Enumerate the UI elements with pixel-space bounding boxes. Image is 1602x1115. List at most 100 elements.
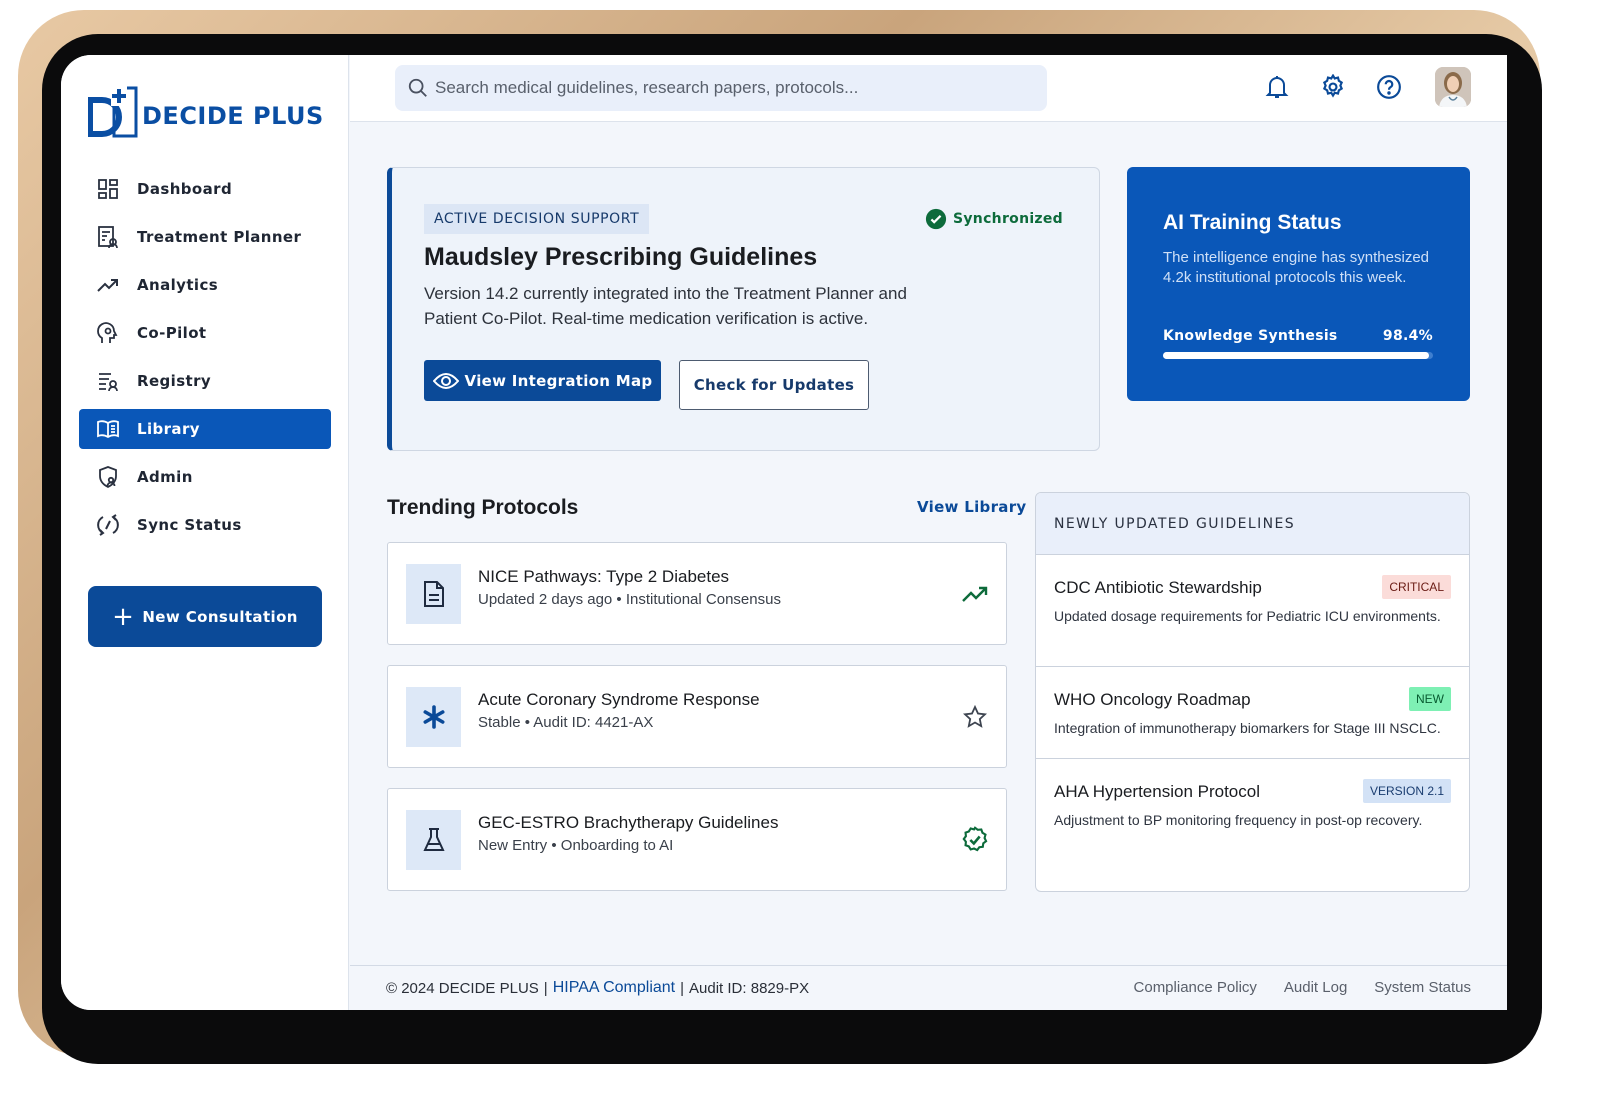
user-avatar[interactable] xyxy=(1435,67,1471,107)
sidebar-item-label: Registry xyxy=(137,372,212,390)
search-input[interactable] xyxy=(435,78,1035,98)
sync-status: Synchronized xyxy=(925,208,1063,230)
active-decision-tag: ACTIVE DECISION SUPPORT xyxy=(424,204,650,234)
view-library-link[interactable]: View Library xyxy=(917,498,1026,516)
knowledge-synthesis-label: Knowledge Synthesis xyxy=(1163,328,1338,344)
eye-icon xyxy=(432,372,459,389)
hero-description: Version 14.2 currently integrated into t… xyxy=(424,284,907,328)
star-icon[interactable] xyxy=(960,702,990,732)
protocol-title: GEC-ESTRO Brachytherapy Guidelines xyxy=(478,813,779,832)
protocol-subtitle: New Entry • Onboarding to AI xyxy=(478,837,674,854)
protocol-card[interactable]: GEC-ESTRO Brachytherapy Guidelines New E… xyxy=(387,788,1007,891)
guideline-description: Adjustment to BP monitoring frequency in… xyxy=(1054,812,1423,828)
shield-person-icon xyxy=(95,464,121,490)
open-book-icon xyxy=(95,416,121,442)
view-integration-map-label: View Integration Map xyxy=(464,371,653,390)
sidebar-item-registry[interactable]: Registry xyxy=(79,361,331,401)
brand-logo[interactable]: DECIDE PLUS xyxy=(87,86,324,138)
search-bar[interactable] xyxy=(395,65,1047,111)
sidebar-item-admin[interactable]: Admin xyxy=(79,457,331,497)
sidebar-item-sync-status[interactable]: Sync Status xyxy=(79,505,331,545)
sidebar-item-label: Treatment Planner xyxy=(137,228,302,246)
ai-training-card: AI Training Status The intelligence engi… xyxy=(1127,167,1470,401)
protocol-card[interactable]: NICE Pathways: Type 2 Diabetes Updated 2… xyxy=(387,542,1007,645)
sync-icon xyxy=(95,512,121,538)
sidebar-item-label: Co-Pilot xyxy=(137,324,207,342)
guideline-title: WHO Oncology Roadmap xyxy=(1054,690,1251,709)
sidebar-item-label: Admin xyxy=(137,468,193,486)
guideline-item[interactable]: CDC Antibiotic Stewardship CRITICAL Upda… xyxy=(1036,555,1469,667)
progress-fill xyxy=(1163,352,1429,359)
asterisk-icon xyxy=(406,687,461,747)
view-integration-map-button[interactable]: View Integration Map xyxy=(424,360,661,401)
sidebar-item-label: Dashboard xyxy=(137,180,233,198)
sidebar-item-co-pilot[interactable]: Co-Pilot xyxy=(79,313,331,353)
plus-icon: + xyxy=(112,601,135,632)
sidebar-item-label: Sync Status xyxy=(137,516,242,534)
trending-protocols-title: Trending Protocols xyxy=(387,496,579,519)
active-decision-card: ACTIVE DECISION SUPPORT Synchronized Mau… xyxy=(387,167,1100,451)
brand-name: DECIDE PLUS xyxy=(142,102,324,130)
gear-icon[interactable] xyxy=(1317,71,1349,103)
guideline-item[interactable]: AHA Hypertension Protocol VERSION 2.1 Ad… xyxy=(1036,759,1469,891)
version-badge: VERSION 2.1 xyxy=(1362,779,1451,803)
new-consultation-button[interactable]: + New Consultation xyxy=(88,586,322,647)
sidebar-item-label: Analytics xyxy=(137,276,219,294)
app-screen: DECIDE PLUS Dashboard Treatment Planner … xyxy=(61,55,1507,1010)
top-actions xyxy=(1237,67,1471,107)
hipaa-compliant-link[interactable]: HIPAA Compliant xyxy=(553,979,675,997)
new-badge: NEW xyxy=(1409,687,1451,711)
audit-log-link[interactable]: Audit Log xyxy=(1284,979,1347,996)
critical-badge: CRITICAL xyxy=(1382,575,1451,599)
system-status-link[interactable]: System Status xyxy=(1374,979,1471,996)
treatment-planner-icon xyxy=(95,224,121,250)
top-bar xyxy=(350,55,1507,122)
protocol-title: Acute Coronary Syndrome Response xyxy=(478,690,760,709)
sidebar-nav: Dashboard Treatment Planner Analytics Co… xyxy=(79,169,331,553)
footer-audit-id: Audit ID: 8829-PX xyxy=(689,979,810,997)
footer-copyright: © 2024 DECIDE PLUS xyxy=(386,979,539,997)
sidebar-item-library[interactable]: Library xyxy=(79,409,331,449)
verified-badge-icon[interactable] xyxy=(960,825,990,855)
guideline-item[interactable]: WHO Oncology Roadmap NEW Integration of … xyxy=(1036,667,1469,759)
protocol-card[interactable]: Acute Coronary Syndrome Response Stable … xyxy=(387,665,1007,768)
head-brain-icon xyxy=(95,320,121,346)
sync-status-label: Synchronized xyxy=(953,211,1063,227)
protocol-title: NICE Pathways: Type 2 Diabetes xyxy=(478,567,730,586)
footer: © 2024 DECIDE PLUS | HIPAA Compliant | A… xyxy=(350,965,1507,1010)
sidebar-item-label: Library xyxy=(137,420,200,438)
knowledge-synthesis-value: 98.4% xyxy=(1382,328,1433,344)
sidebar-item-analytics[interactable]: Analytics xyxy=(79,265,331,305)
trending-up-icon[interactable] xyxy=(960,579,990,609)
document-icon xyxy=(406,564,461,624)
footer-separator: | xyxy=(543,979,548,997)
sidebar-item-treatment-planner[interactable]: Treatment Planner xyxy=(79,217,331,257)
protocol-subtitle: Updated 2 days ago • Institutional Conse… xyxy=(478,591,781,608)
footer-links: Compliance Policy Audit Log System Statu… xyxy=(1107,979,1471,996)
ai-training-title: AI Training Status xyxy=(1163,211,1342,234)
guideline-title: CDC Antibiotic Stewardship xyxy=(1054,578,1262,597)
compliance-policy-link[interactable]: Compliance Policy xyxy=(1134,979,1257,996)
guideline-description: Updated dosage requirements for Pediatri… xyxy=(1054,608,1441,624)
search-icon xyxy=(408,78,427,97)
newly-updated-guidelines: NEWLY UPDATED GUIDELINES CDC Antibiotic … xyxy=(1035,492,1470,892)
new-consultation-label: New Consultation xyxy=(142,607,298,626)
sidebar: DECIDE PLUS Dashboard Treatment Planner … xyxy=(61,55,349,1010)
knowledge-synthesis-progress xyxy=(1163,352,1433,359)
bell-icon[interactable] xyxy=(1261,71,1293,103)
logo-mark-icon xyxy=(87,86,138,138)
check-for-updates-button[interactable]: Check for Updates xyxy=(679,360,869,410)
guideline-title: AHA Hypertension Protocol xyxy=(1054,782,1260,801)
footer-separator: | xyxy=(680,979,685,997)
hero-title: Maudsley Prescribing Guidelines xyxy=(424,243,818,271)
ai-training-description: The intelligence engine has synthesized … xyxy=(1163,249,1430,286)
dashboard-icon xyxy=(95,176,121,202)
guideline-description: Integration of immunotherapy biomarkers … xyxy=(1054,720,1441,736)
protocol-subtitle: Stable • Audit ID: 4421-AX xyxy=(478,714,654,731)
help-icon[interactable] xyxy=(1373,71,1405,103)
analytics-trend-icon xyxy=(95,272,121,298)
sidebar-item-dashboard[interactable]: Dashboard xyxy=(79,169,331,209)
flask-icon xyxy=(406,810,461,870)
guidelines-header: NEWLY UPDATED GUIDELINES xyxy=(1036,493,1469,555)
check-circle-icon xyxy=(925,208,947,230)
